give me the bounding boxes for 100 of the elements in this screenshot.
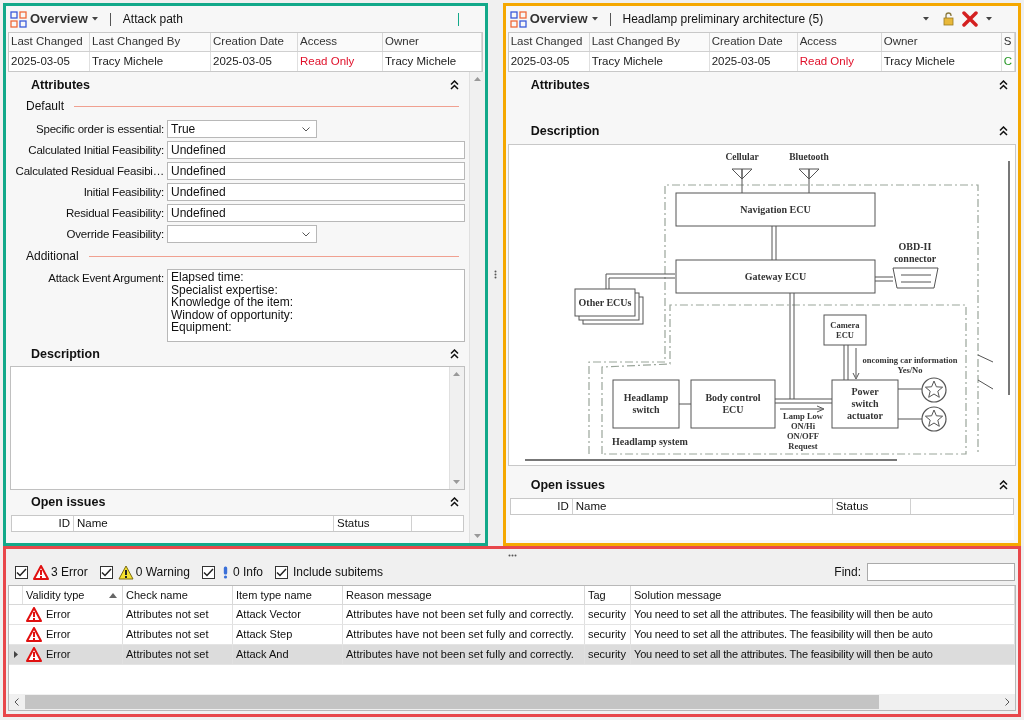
- collapse-icon[interactable]: [999, 80, 1008, 90]
- checkbox-label: 0 Warning: [135, 564, 190, 581]
- collapse-icon[interactable]: [999, 480, 1008, 490]
- diagram-label: Headlamp system: [611, 436, 688, 447]
- column-header[interactable]: Creation Date: [211, 33, 298, 51]
- table-cell-text: Error: [46, 607, 71, 623]
- column-header[interactable]: Item type name: [233, 586, 343, 604]
- column-header[interactable]: Last Changed: [9, 33, 90, 51]
- chevron-down-icon: [302, 126, 310, 132]
- scroll-right-icon[interactable]: [1005, 698, 1010, 706]
- checkbox-label: 0 Info: [232, 564, 263, 581]
- connection-line: [608, 277, 676, 290]
- input-field[interactable]: Undefined: [167, 204, 465, 222]
- close-icon[interactable]: [962, 11, 978, 27]
- collapse-icon[interactable]: [999, 126, 1008, 136]
- column-header[interactable]: Reason message: [343, 586, 585, 604]
- column-header[interactable]: Access: [797, 33, 882, 51]
- table-cell-text: Attributes have not been set fully and correctly.: [346, 647, 574, 663]
- column-header[interactable]: Last Changed By: [589, 33, 710, 51]
- table-cell-text: security: [588, 627, 626, 643]
- error-icon: [26, 607, 42, 622]
- table-cell-text: Error: [46, 647, 71, 663]
- section-title: Attributes: [31, 76, 91, 94]
- connection-line: [678, 403, 692, 405]
- stacked-box: [574, 288, 644, 325]
- table-cell-text: You need to set all the attributes. The feasibility will then be auto: [634, 607, 933, 623]
- connection-line: [605, 273, 676, 290]
- arrow: [779, 405, 825, 413]
- dropdown[interactable]: True: [167, 120, 317, 138]
- connection-line: [874, 280, 894, 282]
- checkbox[interactable]: [15, 565, 28, 579]
- table-cell: Read Only: [298, 52, 383, 71]
- field-label: Calculated Initial Feasibility:: [27, 143, 165, 158]
- column-header[interactable]: Name: [572, 499, 833, 514]
- column-header[interactable]: Owner: [383, 33, 482, 51]
- table-row[interactable]: Error Attributes not set Attack And Attributes have not been set fully and correctly. security You need to set all the attributes. The feasibility will then be auto: [9, 645, 1015, 665]
- splitter-grip[interactable]: [507, 553, 517, 557]
- connection-line: [843, 344, 845, 381]
- splitter-grip[interactable]: [493, 270, 497, 279]
- input-field[interactable]: Undefined: [167, 141, 465, 159]
- scrollbar[interactable]: [9, 694, 1015, 710]
- diagram-label: oncoming car information Yes/No: [862, 355, 958, 375]
- block-label: Body control ECU: [705, 392, 761, 415]
- checkbox[interactable]: [274, 565, 288, 579]
- chevron-down-icon: [302, 231, 310, 237]
- lamp-icon: [921, 377, 947, 403]
- checkbox[interactable]: [99, 565, 113, 579]
- table-row[interactable]: Error Attributes not set Attack Step Attributes have not been set fully and correctly. security You need to set all the attributes. The feasibility will then be auto: [9, 625, 1015, 645]
- error-icon: [33, 564, 49, 580]
- section-title: Open issues: [31, 493, 106, 511]
- block-label: Other ECUs: [578, 296, 632, 308]
- field-label: Initial Feasibility:: [82, 185, 165, 200]
- column-header[interactable]: Status: [334, 516, 412, 531]
- table-cell: Read Only: [797, 52, 882, 71]
- connection-line: [874, 276, 894, 278]
- column-header[interactable]: Name: [74, 516, 334, 531]
- column-header[interactable]: Check name: [123, 586, 233, 604]
- column-header[interactable]: Access: [298, 33, 383, 51]
- input-field[interactable]: Undefined: [167, 183, 465, 201]
- connection-line: [977, 379, 994, 390]
- connector-port-icon: [892, 267, 939, 289]
- collapse-icon[interactable]: [449, 80, 459, 90]
- find-field[interactable]: [867, 563, 1015, 581]
- column-header[interactable]: Owner: [881, 33, 1002, 51]
- pane-title: Attack path: [122, 11, 183, 28]
- column-header[interactable]: S: [1001, 33, 1015, 51]
- info-icon: [222, 565, 228, 579]
- collapse-icon[interactable]: [449, 497, 459, 507]
- column-header[interactable]: Solution message: [631, 586, 1015, 604]
- lock-icon[interactable]: [943, 12, 954, 26]
- block-label: Gateway ECU: [744, 270, 806, 282]
- table-cell: 2025-03-05: [211, 52, 298, 71]
- column-header[interactable]: Last Changed: [508, 33, 590, 51]
- caret-icon: [923, 17, 929, 21]
- table-cell: Tracy Michele: [383, 52, 482, 71]
- view-dropdown[interactable]: Overview: [529, 9, 598, 29]
- column-header[interactable]: ID: [510, 499, 573, 514]
- table-cell: 2025-03-05: [9, 52, 90, 71]
- column-header[interactable]: Status: [832, 499, 911, 514]
- connection-line: [897, 388, 923, 390]
- checkbox[interactable]: [201, 565, 215, 579]
- column-header[interactable]: Tag: [585, 586, 631, 604]
- antenna-icon: [798, 168, 820, 180]
- column-header[interactable]: Validity type: [23, 586, 123, 604]
- table-cell: Tracy Michele: [589, 52, 710, 71]
- table-row[interactable]: Error Attributes not set Attack Vector Attributes have not been set fully and correctly. security You need to set all the attributes. The feasibility will then be auto: [9, 605, 1015, 625]
- view-dropdown[interactable]: Overview: [30, 9, 98, 29]
- table-cell-text: Attributes have not been set fully and correctly.: [346, 627, 574, 643]
- grid-icon: [509, 10, 527, 28]
- column-header[interactable]: Creation Date: [709, 33, 798, 51]
- column-header[interactable]: Last Changed By: [90, 33, 211, 51]
- collapse-icon[interactable]: [449, 349, 459, 359]
- section-title: Description: [31, 345, 100, 363]
- table-cell: 2025-03-05: [709, 52, 798, 71]
- scroll-left-icon[interactable]: [14, 698, 19, 706]
- text-area[interactable]: Elapsed time: Specialist expertise: Knowledge of the item: Window of opportunity: Equipment:: [167, 269, 465, 342]
- input-field[interactable]: Undefined: [167, 162, 465, 180]
- column-header[interactable]: ID: [12, 516, 74, 531]
- connection-line: [847, 344, 849, 381]
- description-field[interactable]: [10, 366, 465, 490]
